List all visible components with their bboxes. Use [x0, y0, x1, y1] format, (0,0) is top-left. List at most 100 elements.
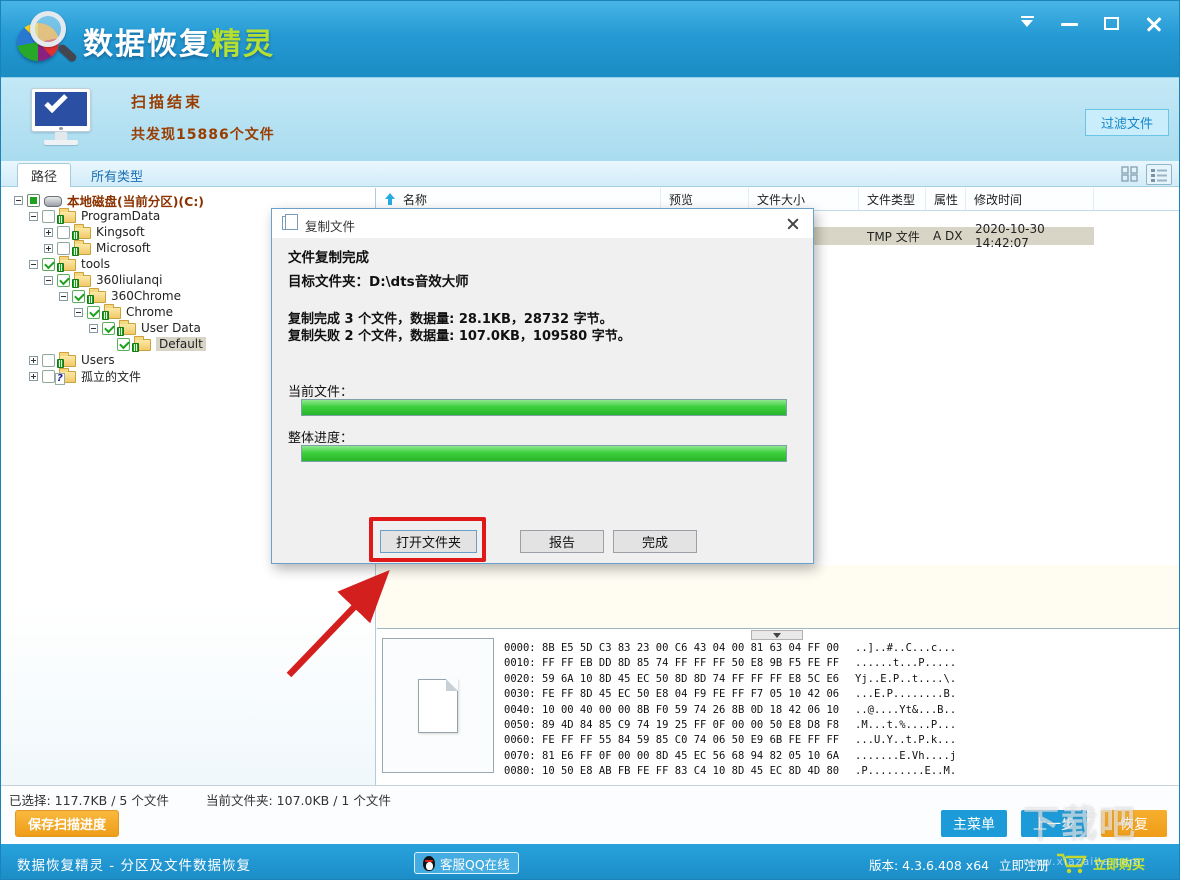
menu-caret-icon[interactable]: [1017, 13, 1039, 35]
window-controls: [1017, 13, 1165, 35]
checkbox-checked[interactable]: [72, 290, 85, 303]
current-file-label: 当前文件：: [288, 381, 353, 400]
collapse-icon[interactable]: [29, 260, 38, 269]
dialog-title: 复制文件: [305, 216, 355, 235]
app-description: 数据恢复精灵 - 分区及文件数据恢复: [17, 854, 251, 874]
expand-icon[interactable]: [44, 228, 53, 237]
checkbox-unchecked[interactable]: [42, 210, 55, 223]
scan-result-banner: 扫描结束 共发现15886个文件 过滤文件: [1, 77, 1180, 161]
current-folder-summary: 当前文件夹: 107.0KB / 1 个文件: [206, 790, 391, 809]
checkbox-checked[interactable]: [42, 258, 55, 271]
qq-support-button[interactable]: 客服QQ在线: [414, 852, 519, 874]
overall-progress-label: 整体进度：: [288, 427, 353, 446]
collapse-icon[interactable]: [29, 212, 38, 221]
app-title-main: 数据恢复: [83, 27, 211, 62]
folder-icon: [59, 355, 76, 367]
deleted-badge-icon: [57, 263, 64, 272]
expand-icon[interactable]: [29, 356, 38, 365]
copy-complete-heading: 文件复制完成: [288, 246, 369, 266]
folder-icon: ?: [59, 371, 76, 383]
file-preview-box: [382, 638, 494, 773]
tree-item-label: 本地磁盘(当前分区)(C:): [67, 191, 204, 210]
column-header-mtime[interactable]: 修改时间: [966, 188, 1094, 210]
checkbox-unchecked[interactable]: [57, 242, 70, 255]
app-logo-icon: [17, 11, 77, 67]
collapse-icon[interactable]: [59, 292, 68, 301]
checkbox-unchecked[interactable]: [57, 226, 70, 239]
overall-progressbar: [301, 445, 787, 462]
folder-icon: [119, 323, 136, 335]
checkbox-unchecked[interactable]: [42, 354, 55, 367]
thumbnail-view-icon[interactable]: [1118, 164, 1140, 184]
qq-penguin-icon: [423, 856, 435, 871]
hex-dump: 0000:8B E5 5D C3 83 23 00 C6 43 04 00 81…: [504, 641, 956, 780]
filter-files-button[interactable]: 过滤文件: [1085, 109, 1169, 136]
column-header-spacer: [1094, 188, 1180, 210]
file-attr-cell: A DX: [926, 229, 966, 243]
tree-item-local-disk[interactable]: 本地磁盘(当前分区)(C:): [1, 192, 375, 208]
scan-complete-icon: [31, 88, 93, 148]
column-header-size[interactable]: 文件大小: [749, 188, 859, 210]
checkbox-unchecked[interactable]: [42, 370, 55, 383]
deleted-badge-icon: [102, 311, 109, 320]
tab-all-types[interactable]: 所有类型: [81, 163, 153, 187]
save-scan-progress-button[interactable]: 保存扫描进度: [15, 810, 119, 837]
column-header-name[interactable]: 名称: [377, 188, 661, 210]
minimize-button[interactable]: [1059, 13, 1081, 35]
copy-fail-line: 复制失败 2 个文件，数据量: 107.0KB，109580 字节。: [288, 325, 631, 344]
column-header-type[interactable]: 文件类型: [859, 188, 926, 210]
tree-item-label: Chrome: [126, 305, 173, 319]
app-title: 数据恢复精灵: [83, 19, 275, 63]
open-folder-button[interactable]: 打开文件夹: [380, 530, 477, 553]
cart-icon[interactable]: [1055, 851, 1087, 879]
scan-file-count: 共发现15886个文件: [131, 124, 275, 144]
checkbox-checked[interactable]: [57, 274, 70, 287]
maximize-button[interactable]: [1101, 13, 1123, 35]
folder-icon: [134, 339, 151, 351]
dialog-close-button[interactable]: [785, 216, 801, 232]
document-icon: [418, 679, 458, 733]
tree-item-label: Kingsoft: [96, 225, 145, 239]
target-folder-label: 目标文件夹：D:\dts音效大师: [288, 270, 469, 290]
hex-row: 0000:8B E5 5D C3 83 23 00 C6 43 04 00 81…: [504, 641, 956, 656]
hex-row: 0020:59 6A 10 8D 45 EC 50 8D 8D 74 FF FF…: [504, 672, 956, 687]
hex-row: 0010:FF FF EB DD 8D 85 74 FF FF FF 50 E8…: [504, 656, 956, 671]
previous-step-button[interactable]: 上一步: [1021, 810, 1087, 837]
collapse-icon[interactable]: [74, 308, 83, 317]
collapse-icon[interactable]: [14, 196, 23, 205]
column-header-preview[interactable]: 预览: [661, 188, 749, 210]
collapse-icon[interactable]: [44, 276, 53, 285]
expand-icon[interactable]: [44, 244, 53, 253]
progress-fill: [302, 446, 786, 461]
sort-ascending-icon: [385, 193, 395, 205]
tree-item-label: Microsoft: [96, 241, 151, 255]
checkbox-checked[interactable]: [102, 322, 115, 335]
panel-collapse-handle[interactable]: [751, 630, 803, 640]
hex-row: 0050:89 4D 84 85 C9 74 19 25 FF 0F 00 00…: [504, 718, 956, 733]
expand-icon[interactable]: [29, 372, 38, 381]
app-title-accent: 精灵: [211, 27, 275, 62]
column-header-attr[interactable]: 属性: [926, 188, 966, 210]
collapse-icon[interactable]: [89, 324, 98, 333]
checkbox-checked[interactable]: [117, 338, 130, 351]
report-button[interactable]: 报告: [520, 530, 604, 553]
recover-button[interactable]: 恢复: [1101, 810, 1167, 837]
deleted-badge-icon: [117, 327, 124, 336]
checkbox-partial[interactable]: [27, 194, 40, 207]
list-view-icon[interactable]: [1146, 164, 1172, 185]
file-list-empty-area: [377, 565, 1180, 628]
scan-status-title: 扫描结束: [131, 91, 203, 112]
buy-now-link[interactable]: 立即购买: [1093, 854, 1145, 873]
tree-item-label-selected: Default: [156, 337, 206, 351]
close-button[interactable]: [1143, 13, 1165, 35]
hex-row: 0060:FE FF FF 55 84 59 85 C0 74 06 50 E9…: [504, 733, 956, 748]
checkbox-checked[interactable]: [87, 306, 100, 319]
version-label: 版本: 4.3.6.408 x64: [869, 855, 989, 874]
tab-path[interactable]: 路径: [17, 163, 71, 187]
deleted-badge-icon: [72, 247, 79, 256]
disk-icon: [44, 196, 62, 207]
done-button[interactable]: 完成: [613, 530, 697, 553]
tree-item-label: ProgramData: [81, 209, 160, 223]
main-menu-button[interactable]: 主菜单: [941, 810, 1007, 837]
register-link[interactable]: 立即注册: [999, 855, 1049, 874]
